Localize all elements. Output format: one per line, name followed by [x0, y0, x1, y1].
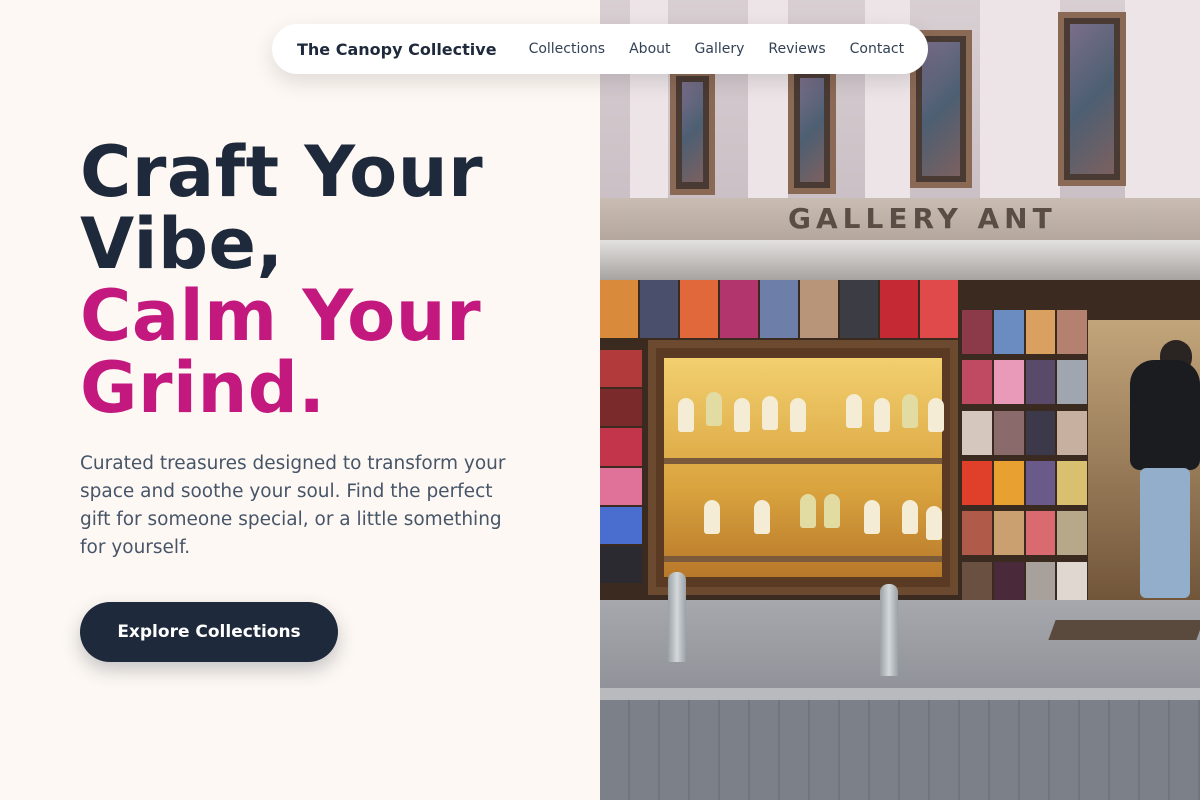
nav-link-contact[interactable]: Contact [850, 41, 904, 57]
facade-pillar [1125, 0, 1200, 200]
facade-pillar [980, 0, 1060, 200]
nav-link-collections[interactable]: Collections [529, 41, 606, 57]
building-window [1058, 12, 1126, 186]
building-window [670, 70, 715, 195]
jewelry-showcase [648, 340, 958, 595]
explore-collections-button[interactable]: Explore Collections [80, 602, 338, 662]
shopper-figure [1130, 340, 1200, 610]
hanging-scarves [600, 280, 960, 338]
top-navigation: The Canopy Collective Collections About … [272, 24, 928, 74]
street-bollard [668, 572, 686, 662]
scarf-display-left [600, 350, 642, 585]
shop-awning [600, 240, 1200, 280]
nav-link-about[interactable]: About [629, 41, 670, 57]
hero-headline: Craft Your Vibe, Calm Your Grind. [80, 136, 580, 424]
building-window [788, 66, 836, 194]
textile-display-wall [962, 310, 1087, 610]
nav-link-reviews[interactable]: Reviews [768, 41, 825, 57]
hero-text-panel: Craft Your Vibe, Calm Your Grind. Curate… [0, 0, 600, 800]
storefront-photo: GALLERY ANT [600, 0, 1200, 800]
headline-line-accent: Calm Your Grind. [80, 275, 482, 429]
nav-link-gallery[interactable]: Gallery [695, 41, 745, 57]
brand-logo-text[interactable]: The Canopy Collective [297, 40, 497, 59]
street-bollard [880, 584, 898, 676]
headline-line-primary: Craft Your Vibe, [80, 131, 484, 285]
sidewalk [600, 600, 1200, 700]
shop-sign-text: GALLERY ANT [788, 202, 1057, 235]
hero-description: Curated treasures designed to transform … [80, 453, 506, 558]
street-curb [600, 688, 1200, 700]
door-mat [1048, 620, 1200, 640]
cobblestone-street [600, 700, 1200, 800]
